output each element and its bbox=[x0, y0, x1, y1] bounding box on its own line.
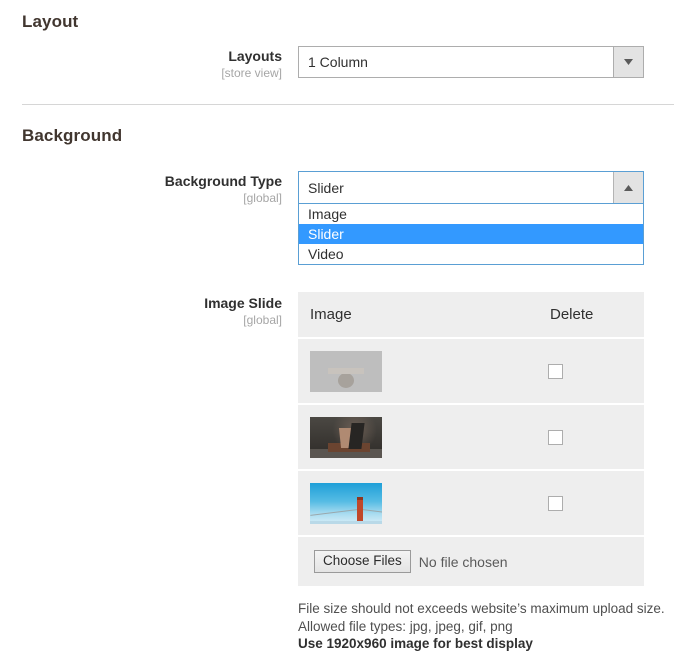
chevron-up-icon[interactable] bbox=[613, 172, 643, 203]
background-type-combobox[interactable]: Slider Image Slider Video bbox=[298, 171, 644, 265]
upload-row: Choose Files No file chosen bbox=[298, 537, 644, 586]
delete-checkbox[interactable] bbox=[548, 495, 563, 511]
section-divider bbox=[22, 104, 674, 105]
column-header-delete: Delete bbox=[550, 306, 594, 323]
file-chosen-status: No file chosen bbox=[418, 553, 508, 570]
image-slide-table: Image Delete Choose Files No file chosen bbox=[298, 292, 644, 586]
table-row bbox=[298, 471, 644, 537]
note-file-types: Allowed file types: jpg, jpeg, gif, png bbox=[298, 618, 513, 634]
layouts-label-scope: [store view] bbox=[221, 66, 282, 80]
admin-page-content: Layout Layouts [store view] 1 Column Bac… bbox=[0, 0, 697, 670]
background-type-select-control[interactable]: Slider bbox=[298, 171, 644, 204]
image-slide-label-text: Image Slide bbox=[204, 295, 282, 311]
note-file-size: File size should not exceeds website’s m… bbox=[298, 601, 665, 616]
dark-studio-portrait-thumbnail bbox=[310, 416, 382, 458]
golden-gate-bridge-thumbnail bbox=[310, 482, 382, 524]
image-slide-field-label: Image Slide [global] bbox=[20, 295, 282, 328]
image-cell bbox=[298, 350, 548, 392]
image-cell bbox=[298, 482, 548, 524]
delete-cell bbox=[548, 429, 563, 445]
image-cell bbox=[298, 416, 548, 458]
background-section-title: Background bbox=[22, 126, 123, 145]
option-video[interactable]: Video bbox=[299, 244, 643, 264]
layouts-label-text: Layouts bbox=[228, 48, 282, 64]
delete-cell bbox=[548, 363, 563, 379]
table-header-row: Image Delete bbox=[298, 292, 644, 339]
choose-files-button[interactable]: Choose Files bbox=[314, 550, 411, 573]
delete-cell bbox=[548, 495, 563, 511]
layouts-select[interactable]: 1 Column bbox=[298, 46, 644, 78]
delete-checkbox[interactable] bbox=[548, 363, 563, 379]
layouts-field-label: Layouts [store view] bbox=[20, 48, 282, 81]
upload-help-notes: File size should not exceeds website’s m… bbox=[298, 600, 678, 653]
layouts-select-value: 1 Column bbox=[299, 47, 613, 77]
table-row bbox=[298, 405, 644, 471]
background-type-options-list[interactable]: Image Slider Video bbox=[298, 204, 644, 265]
table-row bbox=[298, 339, 644, 405]
option-image[interactable]: Image bbox=[299, 204, 643, 224]
note-recommended-size: Use 1920x960 image for best display bbox=[298, 636, 533, 651]
background-type-label-scope: [global] bbox=[243, 191, 282, 205]
background-type-selected-value: Slider bbox=[308, 179, 344, 196]
image-slide-label-scope: [global] bbox=[243, 313, 282, 327]
background-type-field-label: Background Type [global] bbox=[20, 173, 282, 206]
file-upload-input[interactable]: Choose Files No file chosen bbox=[314, 550, 508, 573]
option-slider[interactable]: Slider bbox=[299, 224, 643, 244]
layout-section-title: Layout bbox=[22, 12, 79, 31]
delete-checkbox[interactable] bbox=[548, 429, 563, 445]
blank-product-thumbnail bbox=[310, 350, 382, 392]
background-type-label-text: Background Type bbox=[164, 173, 282, 189]
chevron-down-icon[interactable] bbox=[613, 47, 643, 77]
column-header-image: Image bbox=[310, 306, 352, 323]
